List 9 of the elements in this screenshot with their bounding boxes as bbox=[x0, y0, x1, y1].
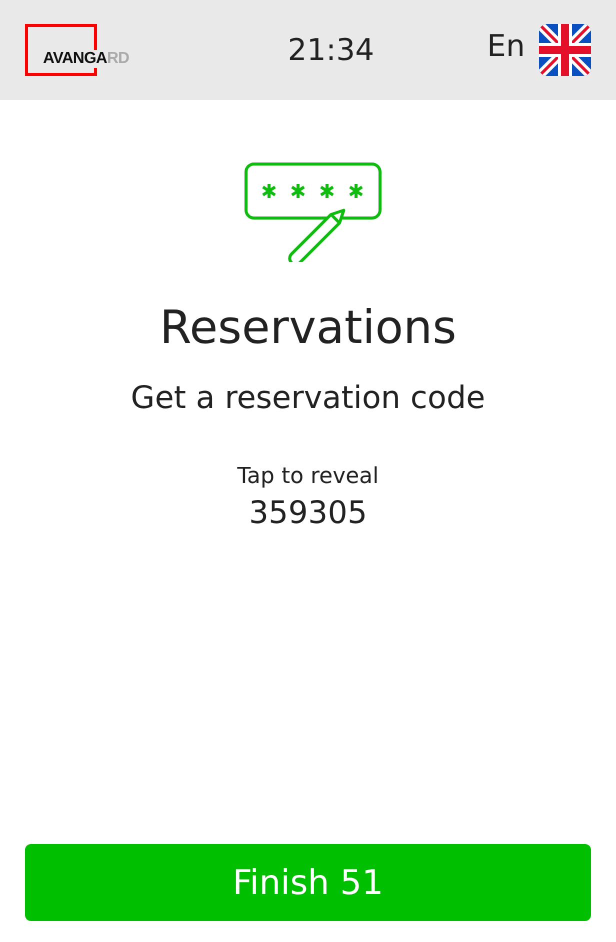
reveal-hint[interactable]: Tap to reveal bbox=[237, 464, 379, 489]
flag-icon[interactable] bbox=[539, 24, 591, 76]
password-pen-icon bbox=[244, 162, 384, 262]
clock-time: 21:34 bbox=[288, 32, 374, 68]
language-label[interactable]: En bbox=[487, 28, 525, 64]
logo-text: AVANGARD bbox=[43, 50, 130, 68]
page-title: Reservations bbox=[160, 300, 456, 354]
reservation-code: 359305 bbox=[248, 495, 368, 531]
subtitle: Get a reservation code bbox=[130, 380, 486, 416]
